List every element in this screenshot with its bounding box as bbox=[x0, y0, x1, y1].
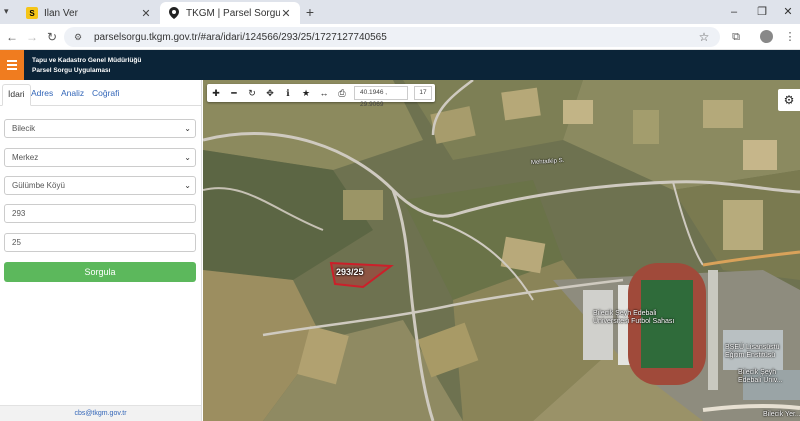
minimize-icon[interactable]: – bbox=[724, 4, 744, 20]
tab-title: TKGM | Parsel Sorgu Uygulamas bbox=[186, 7, 280, 19]
browser-tab-strip: ▾ S İlan Ver ✕ TKGM | Parsel Sorgu Uygul… bbox=[0, 0, 800, 24]
district-value: Merkez bbox=[12, 153, 39, 162]
tab-analiz[interactable]: Analiz bbox=[56, 84, 89, 106]
info-icon[interactable]: ℹ bbox=[279, 84, 297, 102]
app-title: Tapu ve Kadastro Genel Müdürlüğü Parsel … bbox=[32, 56, 141, 76]
back-arrow-icon[interactable]: ← bbox=[4, 29, 20, 45]
zoom-out-icon[interactable]: ━ bbox=[225, 84, 243, 102]
map-toolbar: ✚ ━ ↻ ✥ ℹ ★ ↔ ⎙ 40.1946 , 29.9069 17 bbox=[207, 84, 435, 108]
sidebar-footer: cbs@tkgm.gov.tr bbox=[0, 405, 201, 421]
measure-icon[interactable]: ↔ bbox=[315, 84, 333, 102]
gear-icon[interactable]: ⚙ bbox=[778, 89, 800, 111]
refresh-icon[interactable]: ↻ bbox=[243, 84, 261, 102]
browser-toolbar: ← → ↻ ⚙ parselsorgu.tkgm.gov.tr/#ara/ida… bbox=[0, 24, 800, 50]
contact-email-link[interactable]: cbs@tkgm.gov.tr bbox=[74, 410, 126, 417]
site-favicon-icon: S bbox=[26, 7, 38, 19]
institute-label-line1: BŞEÜ Lisansüstü bbox=[725, 344, 780, 351]
browser-tab-tkgm[interactable]: TKGM | Parsel Sorgu Uygulamas ✕ bbox=[160, 2, 300, 24]
forward-arrow-icon[interactable]: → bbox=[24, 29, 40, 45]
app-header: Tapu ve Kadastro Genel Müdürlüğü Parsel … bbox=[0, 50, 800, 80]
url-text[interactable]: parselsorgu.tkgm.gov.tr/#ara/idari/12456… bbox=[94, 32, 696, 43]
close-icon[interactable]: ✕ bbox=[280, 7, 292, 20]
faculty-label: Bilecik Şeyh Edebali Üniv... bbox=[738, 369, 783, 385]
block-input[interactable]: 293 bbox=[4, 204, 196, 223]
sidebar-tabs: İdari Adres Analiz Coğrafi bbox=[0, 80, 201, 106]
restore-icon[interactable]: ❐ bbox=[752, 4, 772, 20]
site-info-icon[interactable]: ⚙ bbox=[74, 32, 88, 43]
zoom-in-icon[interactable]: ✚ bbox=[207, 84, 225, 102]
chevron-down-icon: ⌄ bbox=[184, 124, 191, 133]
neighborhood-value: Gülümbe Köyü bbox=[12, 181, 65, 190]
faculty-label-line2: Edebali Üniv... bbox=[738, 377, 783, 384]
chevron-down-icon: ⌄ bbox=[184, 153, 191, 162]
browser-tab-ilan-ver[interactable]: S İlan Ver ✕ bbox=[18, 2, 160, 24]
zoom-level: 17 bbox=[414, 86, 432, 100]
province-select[interactable]: Bilecik ⌄ bbox=[4, 119, 196, 138]
new-tab-plus-icon[interactable]: + bbox=[302, 4, 318, 20]
satellite-map[interactable]: ✚ ━ ↻ ✥ ℹ ★ ↔ ⎙ 40.1946 , 29.9069 17 ⚙ 2… bbox=[203, 80, 800, 421]
tab-title: İlan Ver bbox=[44, 7, 78, 19]
profile-avatar-icon[interactable] bbox=[760, 30, 773, 43]
app-title-line1: Tapu ve Kadastro Genel Müdürlüğü bbox=[32, 57, 142, 64]
tab-search-icon[interactable]: ▾ bbox=[4, 6, 16, 18]
parcel-label: 293/25 bbox=[336, 267, 364, 277]
address-bar[interactable]: ⚙ parselsorgu.tkgm.gov.tr/#ara/idari/124… bbox=[64, 27, 720, 47]
extensions-icon[interactable]: ⧉ bbox=[728, 29, 744, 45]
stadium-label-line2: Üniversitesi Futbol Sahası bbox=[593, 318, 675, 325]
more-menu-icon[interactable]: ⋮ bbox=[782, 29, 798, 45]
query-sidebar: İdari Adres Analiz Coğrafi Bilecik ⌄ Mer… bbox=[0, 80, 202, 421]
hamburger-menu-icon[interactable] bbox=[0, 50, 24, 80]
close-icon[interactable]: ✕ bbox=[140, 7, 152, 20]
location-pin-icon bbox=[168, 7, 180, 19]
province-value: Bilecik bbox=[12, 124, 36, 133]
reload-icon[interactable]: ↻ bbox=[44, 29, 60, 45]
institute-label: BŞEÜ Lisansüstü Eğitim Enstitüsü bbox=[725, 344, 779, 360]
print-icon[interactable]: ⎙ bbox=[333, 84, 351, 102]
district-select[interactable]: Merkez ⌄ bbox=[4, 148, 196, 167]
map-imagery bbox=[203, 80, 800, 421]
stadium-label: Bilecik Şeyh Edebali Üniversitesi Futbol… bbox=[593, 310, 674, 326]
bookmark-star-icon[interactable]: ☆ bbox=[696, 30, 712, 44]
chevron-down-icon: ⌄ bbox=[184, 181, 191, 190]
query-button[interactable]: Sorgula bbox=[4, 262, 196, 282]
tab-adres[interactable]: Adres bbox=[26, 84, 58, 106]
parcel-input[interactable]: 25 bbox=[4, 233, 196, 252]
favorite-star-icon[interactable]: ★ bbox=[297, 84, 315, 102]
tab-cografi[interactable]: Coğrafi bbox=[87, 84, 124, 106]
neighborhood-select[interactable]: Gülümbe Köyü ⌄ bbox=[4, 176, 196, 195]
pan-icon[interactable]: ✥ bbox=[261, 84, 279, 102]
faculty-label-line1: Bilecik Şeyh bbox=[738, 369, 777, 376]
window-close-icon[interactable]: ✕ bbox=[778, 4, 798, 20]
bottom-place-label: Bilecik Yer... bbox=[763, 411, 800, 418]
stadium-label-line1: Bilecik Şeyh Edebali bbox=[593, 310, 657, 317]
coordinate-readout: 40.1946 , 29.9069 bbox=[354, 86, 408, 108]
institute-label-line2: Eğitim Enstitüsü bbox=[725, 352, 776, 359]
app-title-line2: Parsel Sorgu Uygulaması bbox=[32, 67, 111, 74]
